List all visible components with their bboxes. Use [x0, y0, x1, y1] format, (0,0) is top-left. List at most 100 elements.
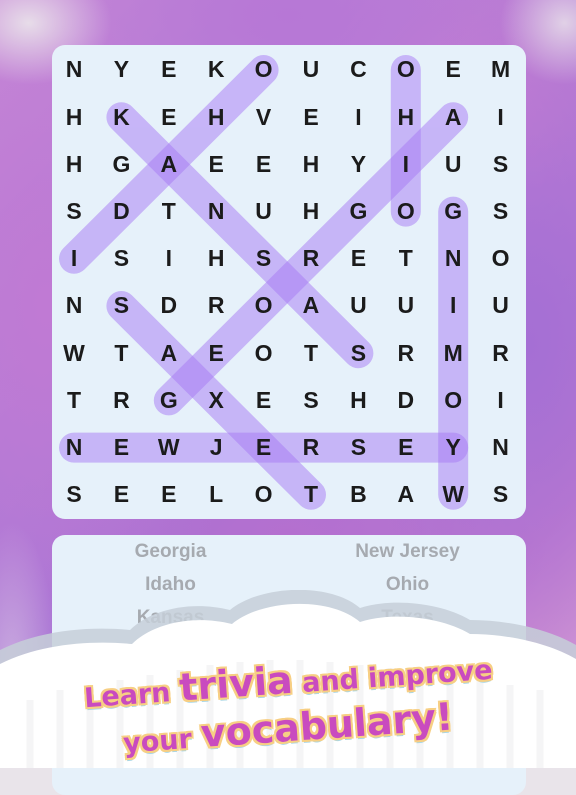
grid-cell[interactable]: D: [145, 282, 192, 329]
grid-cell[interactable]: S: [477, 141, 524, 188]
grid-cell[interactable]: O: [382, 46, 429, 93]
grid-cell[interactable]: E: [430, 46, 477, 93]
grid-cell[interactable]: E: [240, 141, 287, 188]
grid-cell[interactable]: S: [477, 471, 524, 518]
grid-cell[interactable]: E: [145, 94, 192, 141]
grid-cell[interactable]: N: [477, 424, 524, 471]
grid-cell[interactable]: N: [193, 188, 240, 235]
grid-cell[interactable]: H: [52, 94, 98, 141]
grid-cell[interactable]: H: [193, 94, 240, 141]
grid-cell[interactable]: B: [335, 471, 382, 518]
grid-cell[interactable]: U: [240, 188, 287, 235]
grid-cell[interactable]: G: [98, 141, 145, 188]
grid-cell[interactable]: S: [335, 424, 382, 471]
grid-cell[interactable]: A: [382, 471, 429, 518]
grid-cell[interactable]: A: [430, 94, 477, 141]
grid-cell[interactable]: I: [145, 235, 192, 282]
grid-cell[interactable]: S: [335, 330, 382, 377]
grid-cell[interactable]: O: [240, 330, 287, 377]
grid-cell[interactable]: U: [477, 282, 524, 329]
grid-cell[interactable]: R: [382, 330, 429, 377]
grid-cell[interactable]: O: [240, 46, 287, 93]
grid-cell[interactable]: H: [287, 188, 334, 235]
grid-cell[interactable]: E: [240, 424, 287, 471]
grid-cell[interactable]: E: [240, 377, 287, 424]
grid-cell[interactable]: T: [98, 330, 145, 377]
grid-cell[interactable]: L: [193, 471, 240, 518]
grid-cell[interactable]: S: [477, 188, 524, 235]
grid-cell[interactable]: M: [430, 330, 477, 377]
grid-cell[interactable]: W: [430, 471, 477, 518]
grid-cell[interactable]: D: [98, 188, 145, 235]
letter-grid[interactable]: NYEKOUCOEMHKEHVEIHAIHGAEEHYIUSSDTNUHGOGS…: [52, 45, 526, 519]
grid-cell[interactable]: I: [335, 94, 382, 141]
grid-cell[interactable]: K: [193, 46, 240, 93]
grid-cell[interactable]: O: [430, 377, 477, 424]
grid-cell[interactable]: T: [145, 188, 192, 235]
grid-cell[interactable]: R: [287, 424, 334, 471]
grid-cell[interactable]: E: [145, 471, 192, 518]
grid-cell[interactable]: R: [477, 330, 524, 377]
grid-cell[interactable]: O: [240, 282, 287, 329]
grid-cell[interactable]: U: [287, 46, 334, 93]
grid-cell[interactable]: S: [52, 471, 98, 518]
grid-cell[interactable]: R: [98, 377, 145, 424]
grid-cell[interactable]: I: [382, 141, 429, 188]
grid-cell[interactable]: N: [52, 282, 98, 329]
grid-cell[interactable]: D: [382, 377, 429, 424]
grid-cell[interactable]: H: [287, 141, 334, 188]
grid-cell[interactable]: S: [287, 377, 334, 424]
grid-cell[interactable]: A: [287, 282, 334, 329]
grid-cell[interactable]: T: [52, 377, 98, 424]
grid-cell[interactable]: U: [335, 282, 382, 329]
grid-cell[interactable]: U: [430, 141, 477, 188]
grid-cell[interactable]: H: [335, 377, 382, 424]
grid-cell[interactable]: O: [382, 188, 429, 235]
grid-cell[interactable]: K: [98, 94, 145, 141]
grid-cell[interactable]: M: [477, 46, 524, 93]
grid-cell[interactable]: R: [193, 282, 240, 329]
grid-cell[interactable]: H: [52, 141, 98, 188]
grid-cell[interactable]: Y: [98, 46, 145, 93]
grid-cell[interactable]: A: [145, 141, 192, 188]
grid-cell[interactable]: T: [382, 235, 429, 282]
grid-cell[interactable]: I: [430, 282, 477, 329]
grid-cell[interactable]: G: [430, 188, 477, 235]
grid-cell[interactable]: U: [382, 282, 429, 329]
grid-cell[interactable]: E: [98, 424, 145, 471]
grid-cell[interactable]: Y: [335, 141, 382, 188]
grid-cell[interactable]: H: [193, 235, 240, 282]
grid-cell[interactable]: N: [52, 424, 98, 471]
grid-cell[interactable]: T: [287, 471, 334, 518]
grid-cell[interactable]: I: [52, 235, 98, 282]
grid-cell[interactable]: J: [193, 424, 240, 471]
grid-cell[interactable]: E: [98, 471, 145, 518]
grid-cell[interactable]: H: [382, 94, 429, 141]
grid-cell[interactable]: E: [145, 46, 192, 93]
grid-cell[interactable]: G: [335, 188, 382, 235]
grid-cell[interactable]: R: [287, 235, 334, 282]
grid-cell[interactable]: N: [430, 235, 477, 282]
grid-cell[interactable]: S: [98, 282, 145, 329]
grid-cell[interactable]: O: [477, 235, 524, 282]
grid-cell[interactable]: X: [193, 377, 240, 424]
grid-cell[interactable]: N: [52, 46, 98, 93]
grid-cell[interactable]: S: [52, 188, 98, 235]
grid-cell[interactable]: E: [335, 235, 382, 282]
grid-cell[interactable]: C: [335, 46, 382, 93]
grid-cell[interactable]: E: [193, 141, 240, 188]
grid-cell[interactable]: W: [52, 330, 98, 377]
grid-cell[interactable]: T: [287, 330, 334, 377]
grid-cell[interactable]: W: [145, 424, 192, 471]
grid-cell[interactable]: S: [240, 235, 287, 282]
grid-cell[interactable]: S: [98, 235, 145, 282]
grid-cell[interactable]: O: [240, 471, 287, 518]
grid-cell[interactable]: G: [145, 377, 192, 424]
grid-cell[interactable]: E: [382, 424, 429, 471]
grid-cell[interactable]: I: [477, 94, 524, 141]
grid-cell[interactable]: A: [145, 330, 192, 377]
grid-cell[interactable]: Y: [430, 424, 477, 471]
grid-cell[interactable]: I: [477, 377, 524, 424]
grid-cell[interactable]: V: [240, 94, 287, 141]
grid-cell[interactable]: E: [287, 94, 334, 141]
